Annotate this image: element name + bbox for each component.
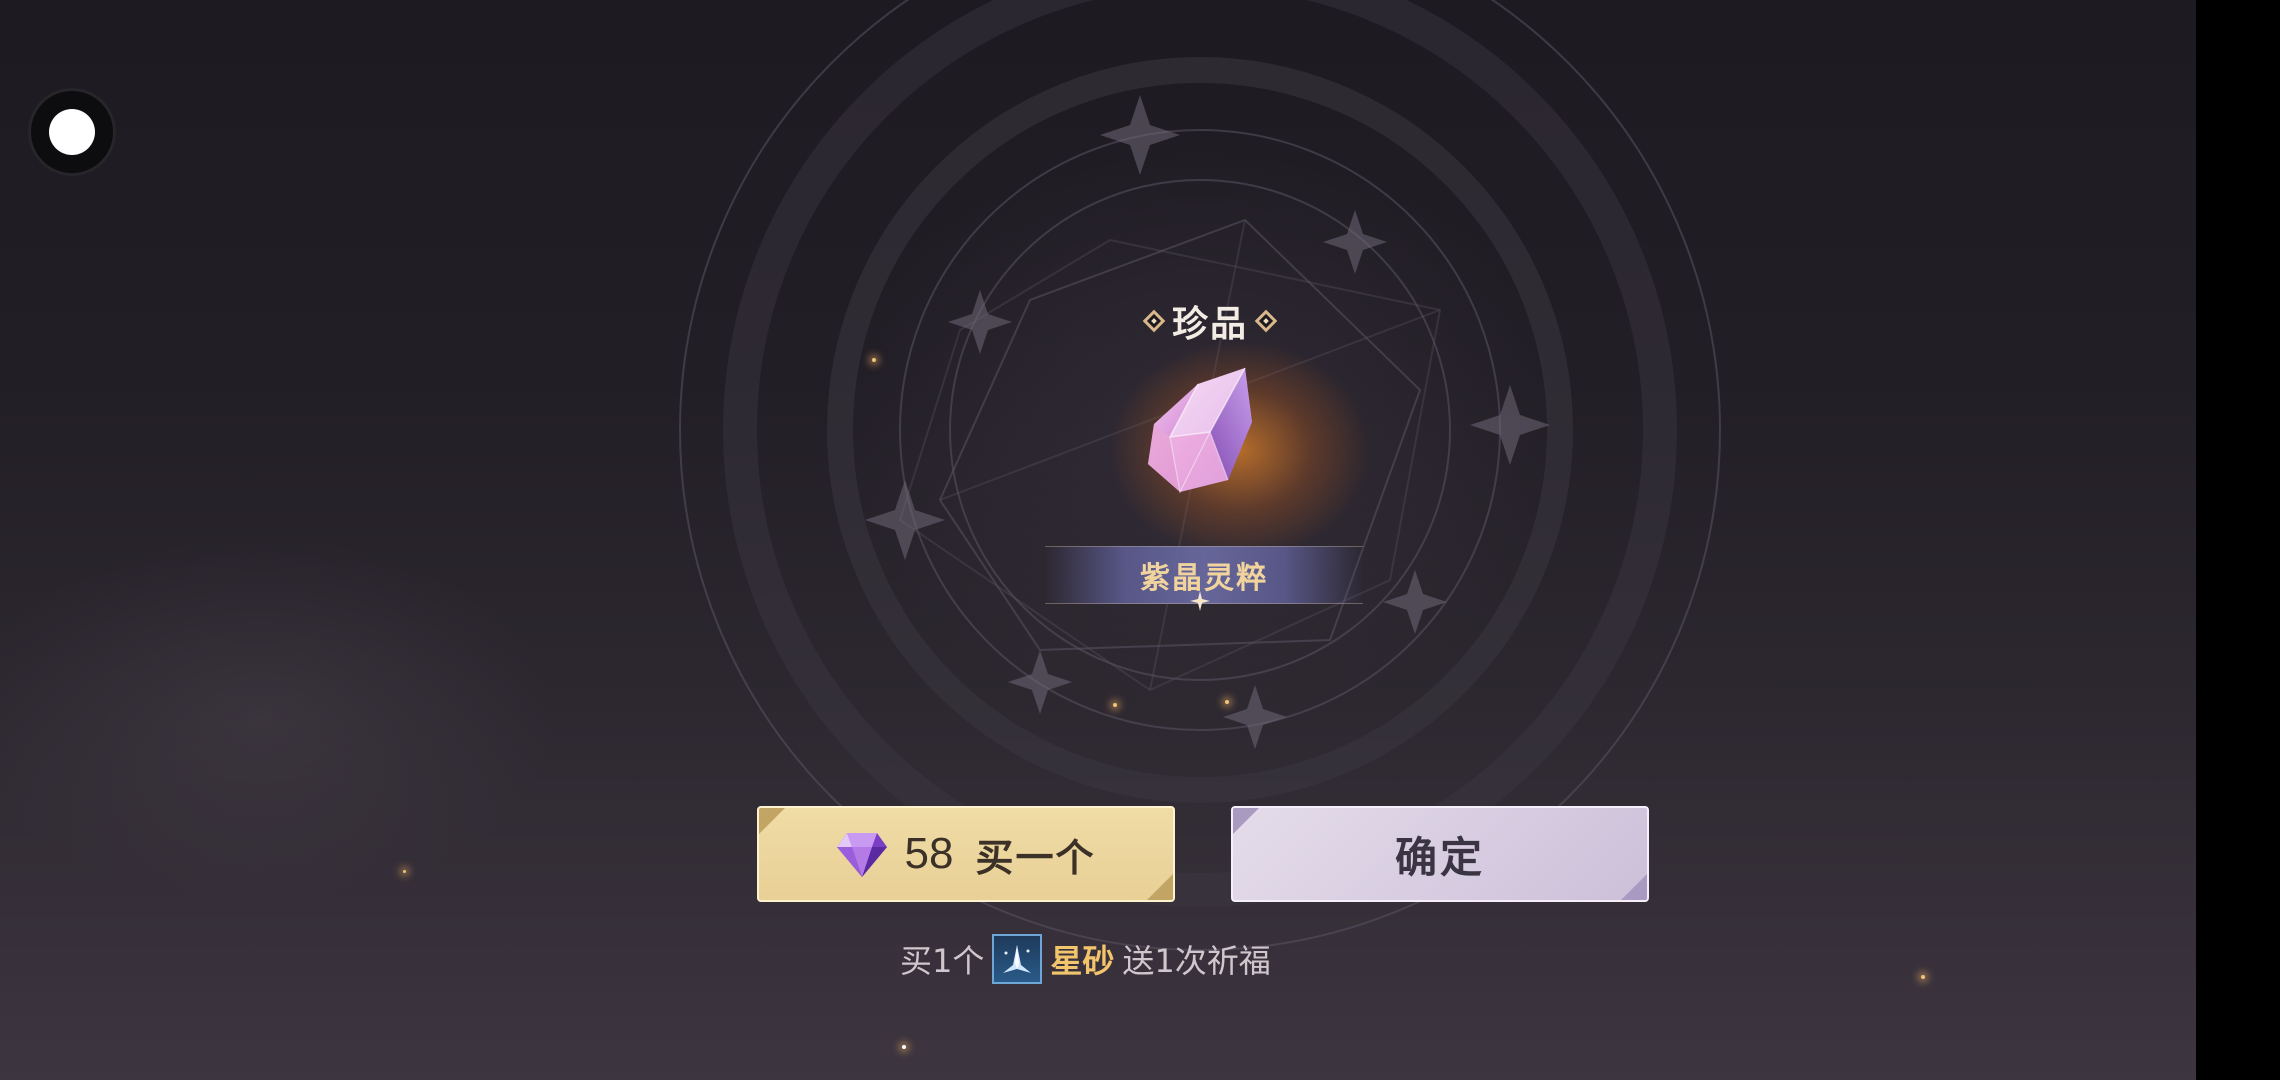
buy-one-button[interactable]: 58 买一个 bbox=[757, 806, 1175, 902]
button-corner-decoration bbox=[1233, 808, 1259, 834]
button-corner-decoration bbox=[759, 808, 785, 834]
sparkle bbox=[1225, 700, 1229, 704]
floating-assistive-button[interactable] bbox=[31, 91, 113, 173]
sparkle bbox=[1921, 975, 1925, 979]
promo-suffix: 送1次祈福 bbox=[1122, 942, 1271, 980]
assistive-dot-icon bbox=[49, 109, 95, 155]
confirm-label: 确定 bbox=[1394, 832, 1485, 882]
promo-item-name: 星砂 bbox=[1050, 942, 1115, 980]
screen-edge-bar bbox=[2196, 0, 2280, 1080]
diamond-ornament-icon bbox=[1142, 309, 1166, 333]
promo-prefix: 买1个 bbox=[900, 942, 985, 980]
sparkle bbox=[1113, 703, 1117, 707]
sparkle bbox=[902, 1045, 906, 1049]
star-ornament-icon bbox=[1190, 591, 1210, 611]
buy-price: 58 bbox=[904, 829, 954, 878]
button-corner-decoration bbox=[1621, 874, 1647, 900]
purple-diamond-icon bbox=[836, 833, 887, 877]
diamond-ornament-icon bbox=[1254, 309, 1278, 333]
amethyst-crystal-icon bbox=[1148, 367, 1252, 494]
confirm-button[interactable]: 确定 bbox=[1231, 806, 1649, 902]
sparkle bbox=[872, 358, 876, 362]
promo-text: 买1个 星砂 送1次祈福 bbox=[900, 932, 1271, 986]
stardust-glyph-icon bbox=[1003, 945, 1032, 973]
sparkle bbox=[403, 870, 406, 873]
game-background: 珍品 紫晶灵粹 58 买一个 确定 买1个 星砂 送1次祈福 bbox=[0, 0, 2196, 1080]
stardust-icon bbox=[992, 934, 1043, 984]
buy-label: 买一个 bbox=[975, 835, 1096, 880]
button-corner-decoration bbox=[1147, 874, 1173, 900]
